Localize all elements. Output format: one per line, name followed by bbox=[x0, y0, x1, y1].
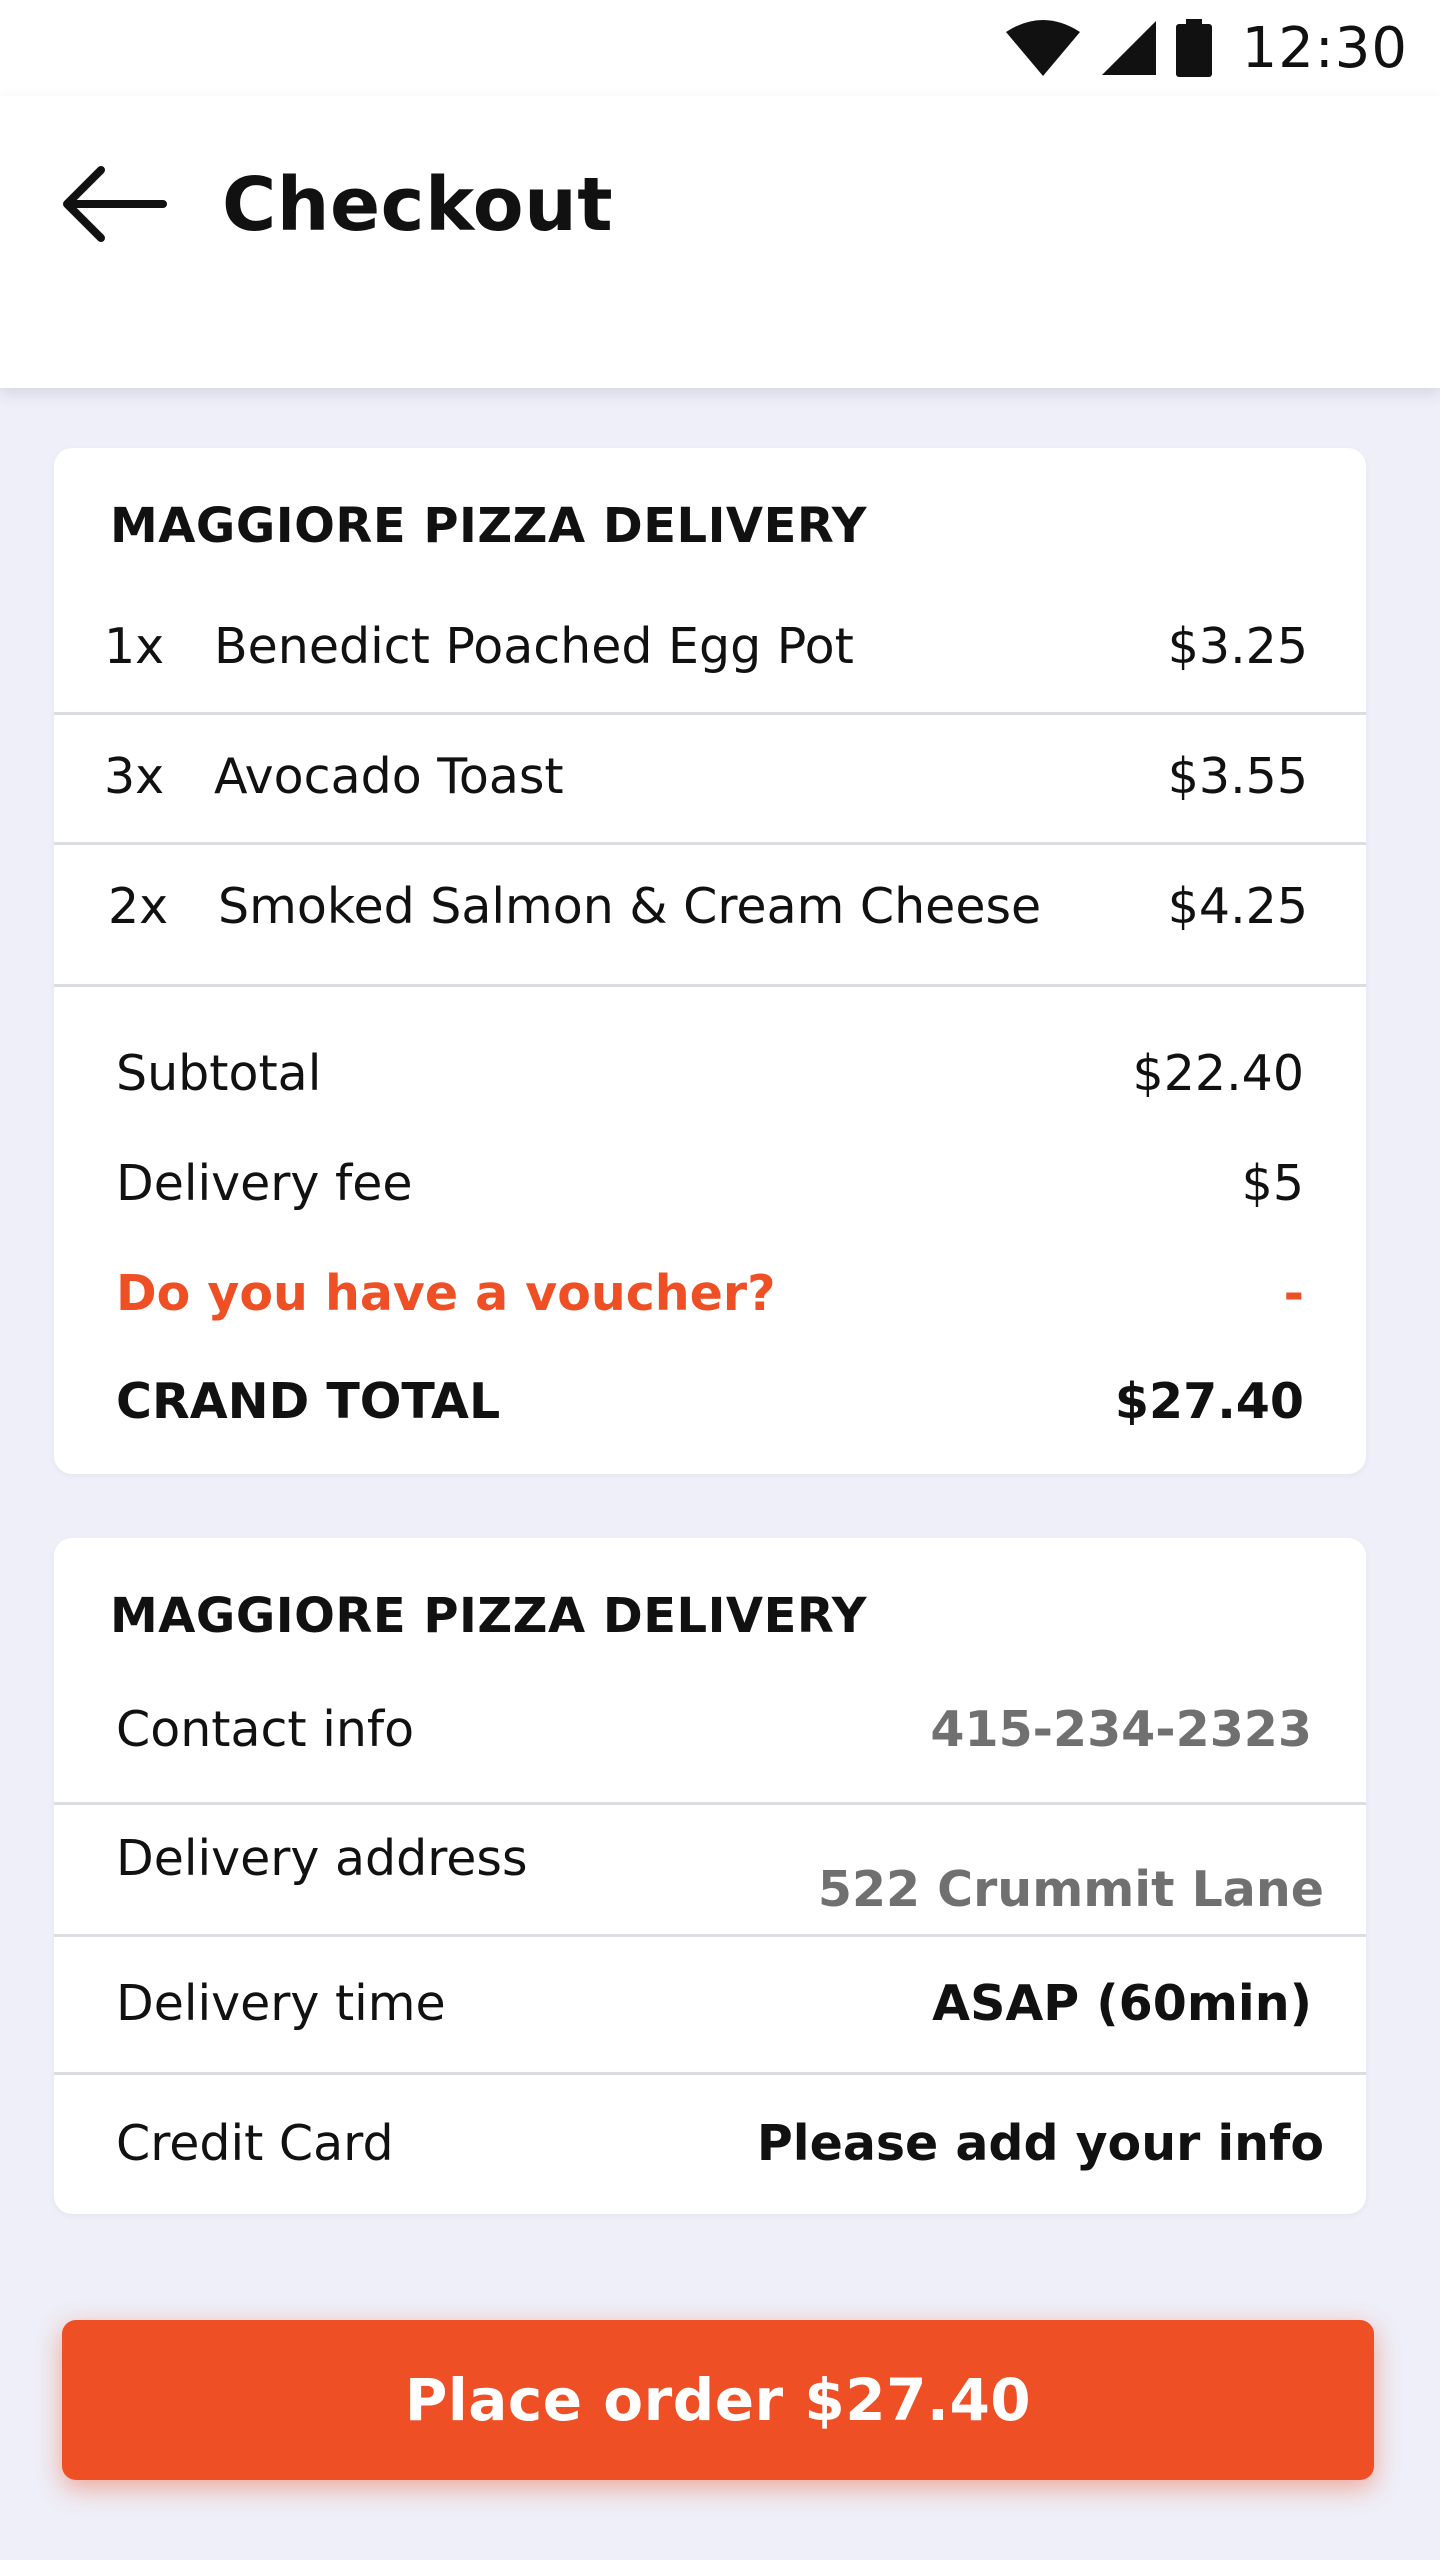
subtotal-label: Subtotal bbox=[116, 1044, 322, 1102]
order-item[interactable]: 1x Benedict Poached Egg Pot $3.25 bbox=[54, 600, 1366, 692]
delivery-fee-row: Delivery fee $5 bbox=[116, 1148, 1304, 1218]
contact-info-value: 415-234-2323 bbox=[930, 1700, 1312, 1758]
item-price: $3.55 bbox=[1167, 747, 1308, 805]
delivery-address-row[interactable]: Delivery address 522 Crummit Lane bbox=[116, 1816, 1324, 1934]
divider bbox=[54, 842, 1366, 845]
credit-card-value: Please add your info bbox=[756, 2114, 1324, 2172]
wifi-icon bbox=[1005, 20, 1080, 76]
restaurant-name: MAGGIORE PIZZA DELIVERY bbox=[110, 498, 867, 554]
item-name: Smoked Salmon & Cream Cheese bbox=[218, 877, 1042, 935]
item-quantity: 2x bbox=[108, 877, 169, 935]
status-icons: 12:30 bbox=[1004, 14, 1408, 82]
subtotal-value: $22.40 bbox=[1132, 1044, 1304, 1102]
divider bbox=[54, 1934, 1366, 1937]
cellular-signal-icon bbox=[1101, 21, 1156, 75]
voucher-value: - bbox=[1283, 1264, 1304, 1322]
order-item[interactable]: 3x Avocado Toast $3.55 bbox=[54, 730, 1366, 822]
credit-card-row[interactable]: Credit Card Please add your info bbox=[116, 2088, 1324, 2198]
back-button[interactable] bbox=[54, 154, 174, 254]
delivery-address-label: Delivery address bbox=[116, 1830, 528, 1887]
app-bar: Checkout bbox=[0, 96, 1440, 388]
subtotal-row: Subtotal $22.40 bbox=[116, 1038, 1304, 1108]
delivery-time-value: ASAP (60min) bbox=[932, 1974, 1312, 2032]
delivery-address-value: 522 Crummit Lane bbox=[817, 1861, 1324, 1918]
grand-total-row: CRAND TOTAL $27.40 bbox=[116, 1366, 1304, 1436]
divider bbox=[54, 1802, 1366, 1805]
delivery-info-card: MAGGIORE PIZZA DELIVERY Contact info 415… bbox=[54, 1538, 1366, 2214]
contact-info-row[interactable]: Contact info 415-234-2323 bbox=[116, 1684, 1312, 1774]
grand-total-value: $27.40 bbox=[1114, 1372, 1304, 1430]
item-name: Avocado Toast bbox=[214, 747, 564, 805]
credit-card-label: Credit Card bbox=[116, 2114, 394, 2172]
restaurant-name: MAGGIORE PIZZA DELIVERY bbox=[110, 1588, 867, 1644]
battery-icon bbox=[1175, 19, 1212, 77]
item-price: $3.25 bbox=[1167, 617, 1308, 675]
item-name: Benedict Poached Egg Pot bbox=[214, 617, 854, 675]
status-time: 12:30 bbox=[1241, 15, 1408, 81]
divider bbox=[54, 984, 1366, 987]
delivery-fee-label: Delivery fee bbox=[116, 1154, 413, 1212]
delivery-fee-value: $5 bbox=[1241, 1154, 1304, 1212]
contact-info-label: Contact info bbox=[116, 1700, 415, 1758]
item-quantity: 1x bbox=[104, 617, 165, 675]
voucher-link[interactable]: Do you have a voucher? - bbox=[116, 1258, 1304, 1328]
divider bbox=[54, 2072, 1366, 2075]
status-bar: 12:30 bbox=[0, 0, 1440, 96]
voucher-label: Do you have a voucher? bbox=[116, 1264, 776, 1322]
order-summary-card: MAGGIORE PIZZA DELIVERY 1x Benedict Poac… bbox=[54, 448, 1366, 1474]
divider bbox=[54, 712, 1366, 715]
order-item[interactable]: 2x Smoked Salmon & Cream Cheese $4.25 bbox=[54, 860, 1366, 952]
page-title: Checkout bbox=[222, 162, 614, 248]
delivery-time-row[interactable]: Delivery time ASAP (60min) bbox=[116, 1948, 1312, 2058]
delivery-time-label: Delivery time bbox=[116, 1974, 446, 2032]
item-quantity: 3x bbox=[104, 747, 165, 805]
grand-total-label: CRAND TOTAL bbox=[116, 1372, 501, 1430]
item-price: $4.25 bbox=[1167, 877, 1308, 935]
arrow-left-icon bbox=[63, 166, 167, 242]
place-order-button[interactable]: Place order $27.40 bbox=[62, 2320, 1374, 2480]
